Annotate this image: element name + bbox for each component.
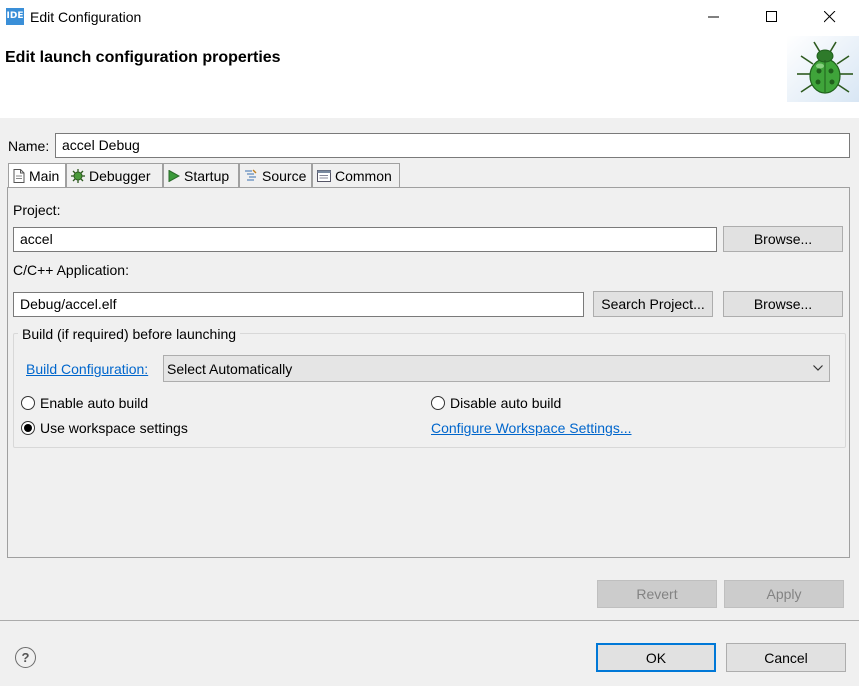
minimize-icon: [708, 16, 719, 18]
tab-main-label: Main: [29, 168, 60, 184]
enable-auto-build-option[interactable]: Enable auto build: [21, 395, 148, 411]
disable-auto-build-radio[interactable]: [431, 396, 445, 410]
use-workspace-settings-option[interactable]: Use workspace settings: [21, 420, 188, 436]
play-icon: [168, 169, 180, 182]
name-input[interactable]: accel Debug: [55, 133, 850, 158]
build-configuration-select[interactable]: Select Automatically: [163, 355, 830, 382]
tab-common-label: Common: [335, 167, 392, 184]
revert-button[interactable]: Revert: [597, 580, 717, 608]
tab-debugger[interactable]: Debugger: [66, 163, 163, 187]
disable-auto-build-option[interactable]: Disable auto build: [431, 395, 561, 411]
enable-auto-build-radio[interactable]: [21, 396, 35, 410]
bug-icon: [787, 36, 859, 102]
gear-bug-icon: [71, 168, 85, 183]
tab-source[interactable]: Source: [239, 163, 312, 187]
dialog-header: Edit launch configuration properties: [0, 34, 859, 119]
tab-main[interactable]: Main: [8, 163, 66, 188]
close-icon: [824, 11, 836, 23]
application-browse-button[interactable]: Browse...: [723, 291, 843, 317]
configure-workspace-settings-link[interactable]: Configure Workspace Settings...: [431, 420, 632, 436]
tab-startup-label: Startup: [184, 167, 230, 184]
title-bar: IDE Edit Configuration: [0, 0, 859, 34]
window-icon: [317, 169, 331, 182]
cancel-button[interactable]: Cancel: [726, 643, 846, 672]
maximize-button[interactable]: [749, 0, 795, 34]
close-button[interactable]: [807, 0, 853, 34]
tab-startup[interactable]: Startup: [163, 163, 239, 187]
source-icon: [245, 169, 257, 180]
minimize-button[interactable]: [691, 0, 737, 34]
tab-common[interactable]: Common: [312, 163, 400, 187]
maximize-icon: [766, 11, 777, 22]
tab-debugger-label: Debugger: [89, 167, 151, 184]
help-icon[interactable]: ?: [15, 647, 36, 668]
use-workspace-settings-radio[interactable]: [21, 421, 35, 435]
apply-button[interactable]: Apply: [724, 580, 844, 608]
project-label: Project:: [13, 202, 61, 218]
use-workspace-settings-label: Use workspace settings: [40, 420, 188, 436]
chevron-down-icon: [813, 365, 823, 371]
tab-source-label: Source: [262, 167, 307, 184]
project-input[interactable]: accel: [13, 227, 717, 252]
window-title: Edit Configuration: [30, 9, 142, 25]
document-icon: [13, 169, 25, 183]
disable-auto-build-label: Disable auto build: [450, 395, 562, 411]
build-configuration-value: Select Automatically: [167, 361, 293, 377]
application-label: C/C++ Application:: [13, 262, 129, 278]
build-configuration-link[interactable]: Build Configuration:: [26, 361, 148, 377]
header-title: Edit launch configuration properties: [5, 49, 281, 66]
project-browse-button[interactable]: Browse...: [723, 226, 843, 252]
build-group-title: Build (if required) before launching: [18, 326, 241, 342]
name-label: Name:: [8, 138, 50, 154]
app-icon: IDE: [6, 8, 24, 25]
search-project-button[interactable]: Search Project...: [593, 291, 713, 317]
enable-auto-build-label: Enable auto build: [40, 395, 149, 411]
ok-button[interactable]: OK: [596, 643, 716, 672]
application-input[interactable]: Debug/accel.elf: [13, 292, 584, 317]
